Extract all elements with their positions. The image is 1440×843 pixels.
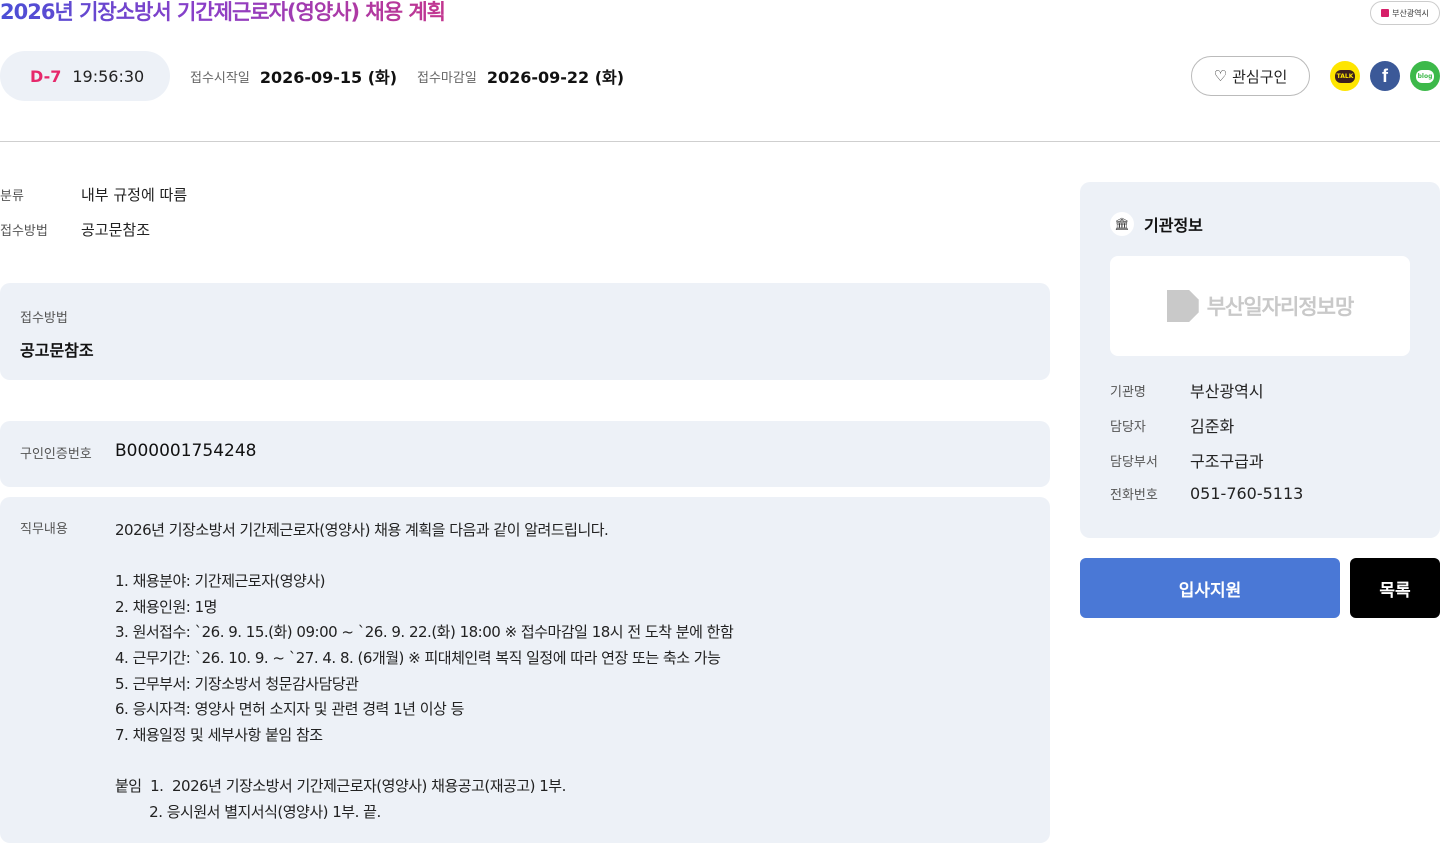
job-description: 2026년 기장소방서 기간제근로자(영양사) 채용 계획을 다음과 같이 알려…	[115, 518, 734, 825]
busan-logo-icon	[1381, 9, 1390, 17]
busan-jobs-logo-icon	[1166, 290, 1199, 322]
summary-value: 내부 규정에 따름	[81, 186, 188, 204]
org-row-contact: 담당자 김준화	[1110, 413, 1234, 437]
method-label: 접수방법	[20, 311, 68, 326]
org-value: 부산광역시	[1190, 382, 1264, 401]
org-logo-text: 부산일자리정보망	[1206, 295, 1355, 319]
org-row-name: 기관명 부산광역시	[1110, 378, 1264, 402]
cert-value: B000001754248	[115, 441, 257, 461]
org-value: 구조구급과	[1190, 452, 1264, 471]
countdown-timer: 19:56:30	[72, 66, 145, 86]
start-date-value: 2026-09-15 (화)	[259, 68, 398, 87]
blog-label: blog	[1415, 69, 1435, 83]
job-line: 7. 채용일정 및 세부사항 붙임 참조	[115, 725, 323, 744]
end-date-label: 접수마감일	[417, 70, 477, 86]
blog-share-icon[interactable]: blog	[1410, 61, 1440, 91]
application-method-box: 접수방법 공고문참조	[0, 283, 1050, 380]
cert-label: 구인인증번호	[20, 447, 92, 462]
org-label: 전화번호	[1110, 488, 1158, 503]
list-button[interactable]: 목록	[1350, 558, 1440, 618]
job-line: 붙임 1. 2026년 기장소방서 기간제근로자(영양사) 채용공고(재공고) …	[115, 776, 566, 795]
favorite-button[interactable]: ♡ 관심구인	[1191, 56, 1310, 96]
apply-button[interactable]: 입사지원	[1080, 558, 1340, 618]
kakao-label: TALK	[1334, 69, 1356, 83]
org-logo: 부산일자리정보망	[1110, 256, 1410, 356]
organization-info-panel: 🏛 기관정보 부산일자리정보망 기관명 부산광역시 담당자 김준화 담당부서 구…	[1080, 182, 1440, 538]
facebook-share-icon[interactable]: f	[1370, 61, 1400, 91]
summary-value: 공고문참조	[81, 221, 151, 239]
org-badge-label: 부산광역시	[1392, 8, 1429, 18]
org-row-department: 담당부서 구조구급과	[1110, 448, 1264, 472]
kakao-share-icon[interactable]: TALK	[1330, 61, 1360, 91]
summary-row-category: 분류 내부 규정에 따름	[0, 184, 187, 205]
heart-icon: ♡	[1213, 67, 1228, 85]
certification-box: 구인인증번호 B000001754248	[0, 421, 1050, 487]
summary-label: 분류	[0, 189, 24, 204]
org-badge[interactable]: 부산광역시	[1370, 1, 1440, 25]
job-line: 5. 근무부서: 기장소방서 청문감사담당관	[115, 674, 359, 693]
end-date: 접수마감일 2026-09-22 (화)	[417, 64, 624, 88]
building-icon: 🏛	[1110, 212, 1134, 236]
job-description-box: 직무내용 2026년 기장소방서 기간제근로자(영양사) 채용 계획을 다음과 …	[0, 497, 1050, 843]
org-value: 김준화	[1190, 417, 1235, 436]
org-info-header: 🏛 기관정보	[1110, 212, 1203, 236]
header-divider	[0, 141, 1440, 142]
org-label: 담당자	[1110, 419, 1146, 435]
job-line	[115, 544, 733, 570]
start-date: 접수시작일 2026-09-15 (화)	[190, 64, 397, 88]
job-line: 2026년 기장소방서 기간제근로자(영양사) 채용 계획을 다음과 같이 알려…	[115, 521, 609, 539]
org-value: 051-760-5113	[1190, 484, 1304, 503]
page-title: 2026년 기장소방서 기간제근로자(영양사) 채용 계획	[0, 0, 446, 26]
org-row-phone: 전화번호 051-760-5113	[1110, 484, 1303, 503]
job-line: 2. 채용인원: 1명	[115, 597, 217, 616]
org-label: 기관명	[1110, 384, 1146, 400]
end-date-value: 2026-09-22 (화)	[486, 68, 625, 87]
job-line: 4. 근무기간: `26. 10. 9. ~ `27. 4. 8. (6개월) …	[115, 648, 721, 667]
job-line	[115, 748, 733, 774]
start-date-label: 접수시작일	[190, 70, 250, 86]
job-label: 직무내용	[20, 522, 68, 537]
job-line: 3. 원서접수: `26. 9. 15.(화) 09:00 ~ `26. 9. …	[115, 623, 734, 642]
org-info-title: 기관정보	[1144, 216, 1203, 235]
dday-countdown: D-7 19:56:30	[0, 51, 170, 101]
method-value: 공고문참조	[20, 341, 94, 360]
org-label: 담당부서	[1110, 454, 1158, 470]
job-line: 1. 채용분야: 기간제근로자(영양사)	[115, 572, 326, 591]
favorite-label: 관심구인	[1232, 67, 1288, 86]
summary-row-method: 접수방법 공고문참조	[0, 219, 150, 240]
dday-label: D-7	[30, 66, 62, 86]
summary-label: 접수방법	[0, 224, 48, 239]
job-line: 2. 응시원서 별지서식(영양사) 1부. 끝.	[115, 802, 381, 821]
job-line: 6. 응시자격: 영양사 면허 소지자 및 관련 경력 1년 이상 등	[115, 700, 464, 719]
facebook-label: f	[1382, 65, 1388, 86]
